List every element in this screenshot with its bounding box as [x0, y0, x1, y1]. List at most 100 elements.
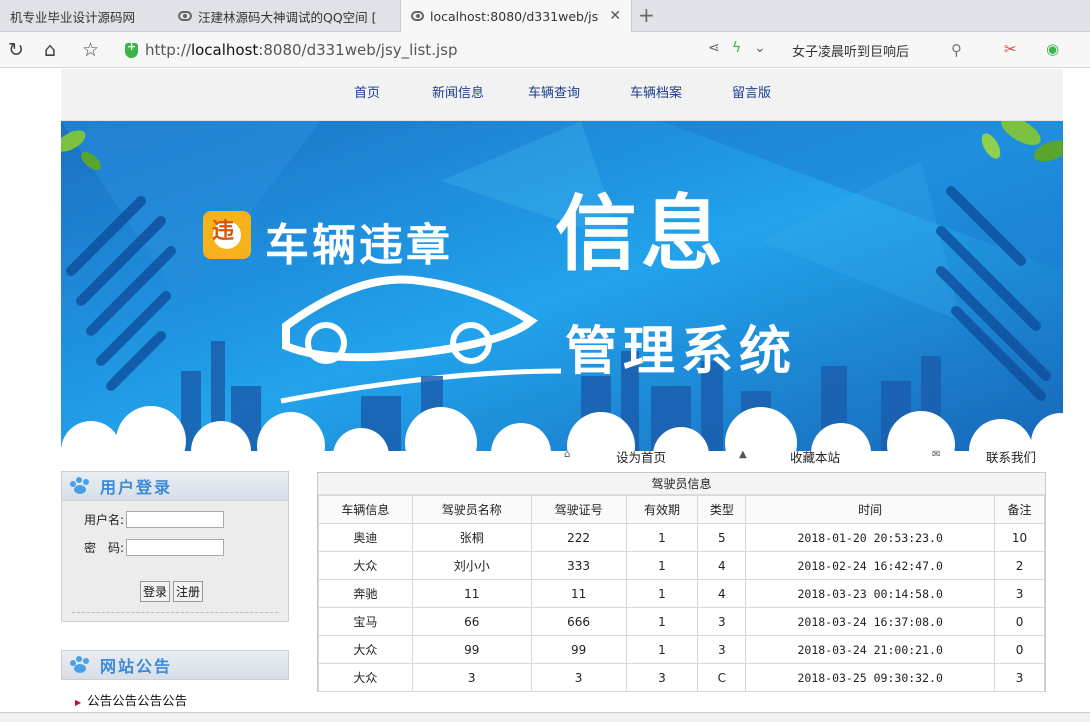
column-header: 有效期 [625, 495, 699, 524]
table-cell: 3 [697, 635, 747, 664]
table-cell: 1 [625, 607, 699, 636]
star-icon[interactable]: ☆ [82, 38, 99, 62]
table-cell: C [697, 663, 747, 692]
table-cell: 11 [530, 579, 627, 608]
table-row: 大众 刘小小 333 1 4 2018-02-24 16:42:47.0 2 [318, 551, 1045, 580]
driver-table: 车辆信息 驾驶员名称 驾驶证号 有效期 类型 时间 备注 奥迪 张桐 222 1 5 20… [318, 495, 1045, 692]
table-cell: 1 [625, 635, 699, 664]
column-header: 驾驶证号 [530, 495, 627, 524]
nav-item-vehicle-archive[interactable]: 车辆档案 [630, 82, 682, 101]
register-button[interactable]: 注册 [173, 581, 204, 602]
quick-links-bar: ⌂ 设为首页 ▲ 收藏本站 ✉ 联系我们 [61, 444, 1063, 468]
column-header: 驾驶员名称 [411, 495, 532, 524]
driver-table-panel: 驾驶员信息 车辆信息 驾驶员名称 驾驶证号 有效期 类型 时间 备注 奥迪 张桐 2… [317, 472, 1046, 692]
browser-tab[interactable]: 汪建林源码大神调试的QQ空间 [ [168, 0, 400, 32]
set-homepage-link[interactable]: 设为首页 [616, 447, 666, 466]
divider [72, 612, 278, 613]
nav-item-news[interactable]: 新闻信息 [432, 82, 484, 101]
mask-icon [178, 11, 192, 21]
paw-icon [70, 477, 92, 495]
table-header-row: 车辆信息 驾驶员名称 驾驶证号 有效期 类型 时间 备注 [318, 495, 1045, 524]
table-cell: 3 [994, 579, 1045, 608]
table-cell: 4 [697, 579, 747, 608]
table-cell: 333 [530, 551, 627, 580]
nav-item-home[interactable]: 首页 [354, 82, 380, 101]
username-input[interactable] [126, 511, 225, 528]
username-label: 用户名: [84, 513, 125, 527]
table-caption: 驾驶员信息 [318, 473, 1045, 495]
url-field[interactable]: http://localhost:8080/d331web/jsy_list.j… [125, 37, 775, 63]
close-tab-icon[interactable]: ✕ [609, 8, 621, 24]
table-row: 宝马 66 666 1 3 2018-03-24 16:37:08.0 0 [318, 607, 1045, 636]
browser-tab-active[interactable]: localhost:8080/d331web/jsy_li ✕ [400, 0, 632, 32]
nav-item-guestbook[interactable]: 留言版 [732, 82, 771, 101]
table-cell: 张桐 [411, 523, 532, 552]
table-cell: 5 [697, 523, 747, 552]
table-cell: 3 [994, 663, 1045, 692]
paw-icon [70, 656, 92, 674]
search-text: 女子凌晨听到巨响后 [792, 44, 910, 60]
browser-tab[interactable]: 机专业毕业设计源码网 [0, 0, 168, 32]
table-row: 奥迪 张桐 222 1 5 2018-01-20 20:53:23.0 10 [318, 523, 1045, 552]
notice-item[interactable]: ▶ 公告公告公告公告 [75, 690, 289, 709]
table-cell: 大众 [318, 663, 413, 692]
password-label: 密 码: [84, 541, 125, 555]
reload-icon[interactable]: ↻ [8, 38, 24, 62]
notice-panel-title: 网站公告 [100, 657, 173, 676]
chevron-down-icon[interactable]: ⌄ [754, 40, 766, 56]
table-cell: 2018-03-23 00:14:58.0 [745, 579, 996, 608]
table-cell: 99 [411, 635, 532, 664]
table-cell: 3 [625, 663, 699, 692]
table-cell: 2018-02-24 16:42:47.0 [745, 551, 996, 580]
column-header: 备注 [994, 495, 1045, 524]
table-cell: 11 [411, 579, 532, 608]
contact-link[interactable]: 联系我们 [986, 447, 1036, 466]
table-cell: 3 [530, 663, 627, 692]
notice-item-text: 公告公告公告公告 [87, 693, 188, 708]
browser-tab-bar: 机专业毕业设计源码网 汪建林源码大神调试的QQ空间 [ localhost:80… [0, 0, 1090, 32]
search-box[interactable]: 女子凌晨听到巨响后 ⚲ [780, 37, 980, 63]
tab-title: localhost:8080/d331web/jsy_li [429, 8, 599, 24]
address-toolbar: ↻ ⌂ ☆ http://localhost:8080/d331web/jsy_… [0, 32, 1090, 68]
password-input[interactable] [126, 539, 225, 556]
tab-title: 机专业毕业设计源码网 [10, 9, 136, 25]
banner-logo-text: 违 [212, 219, 235, 244]
username-row: 用户名: [84, 511, 225, 528]
top-navigation: 首页 新闻信息 车辆查询 车辆档案 留言版 [61, 69, 1063, 121]
secure-shield-icon [125, 40, 138, 58]
table-cell: 2018-03-24 21:00:21.0 [745, 635, 996, 664]
login-button[interactable]: 登录 [140, 581, 171, 602]
new-tab-icon[interactable]: + [638, 4, 655, 26]
table-cell: 10 [994, 523, 1045, 552]
table-cell: 宝马 [318, 607, 413, 636]
table-cell: 奔驰 [318, 579, 413, 608]
bookmark-icon: ▲ [739, 449, 747, 460]
scissors-icon[interactable]: ✂ [1004, 40, 1017, 58]
lightning-icon[interactable]: ϟ [732, 40, 741, 56]
table-cell: 2018-03-24 16:37:08.0 [745, 607, 996, 636]
share-icon[interactable]: ⋖ [708, 40, 720, 56]
table-row: 大众 3 3 3 C 2018-03-25 09:30:32.0 3 [318, 663, 1045, 692]
column-header: 车辆信息 [318, 495, 413, 524]
search-icon[interactable]: ⚲ [951, 41, 962, 59]
table-cell: 0 [994, 607, 1045, 636]
house-icon: ⌂ [564, 449, 571, 460]
table-cell: 2018-03-25 09:30:32.0 [745, 663, 996, 692]
login-buttons: 登录 注册 [140, 581, 204, 602]
table-row: 大众 99 99 1 3 2018-03-24 21:00:21.0 0 [318, 635, 1045, 664]
table-cell: 刘小小 [411, 551, 532, 580]
login-panel-title: 用户登录 [100, 478, 173, 497]
notice-panel: 网站公告 ▶ 公告公告公告公告 [61, 650, 289, 720]
table-cell: 666 [530, 607, 627, 636]
wallet-icon[interactable]: ◉ [1046, 40, 1059, 58]
favorite-link[interactable]: 收藏本站 [790, 447, 840, 466]
home-icon[interactable]: ⌂ [44, 38, 56, 62]
nav-item-vehicle-query[interactable]: 车辆查询 [528, 82, 580, 101]
table-cell: 1 [625, 551, 699, 580]
table-cell: 0 [994, 635, 1045, 664]
banner-subtitle: 管理系统 [565, 322, 798, 382]
table-cell: 222 [530, 523, 627, 552]
table-cell: 大众 [318, 551, 413, 580]
envelope-icon: ✉ [932, 449, 941, 460]
table-cell: 奥迪 [318, 523, 413, 552]
